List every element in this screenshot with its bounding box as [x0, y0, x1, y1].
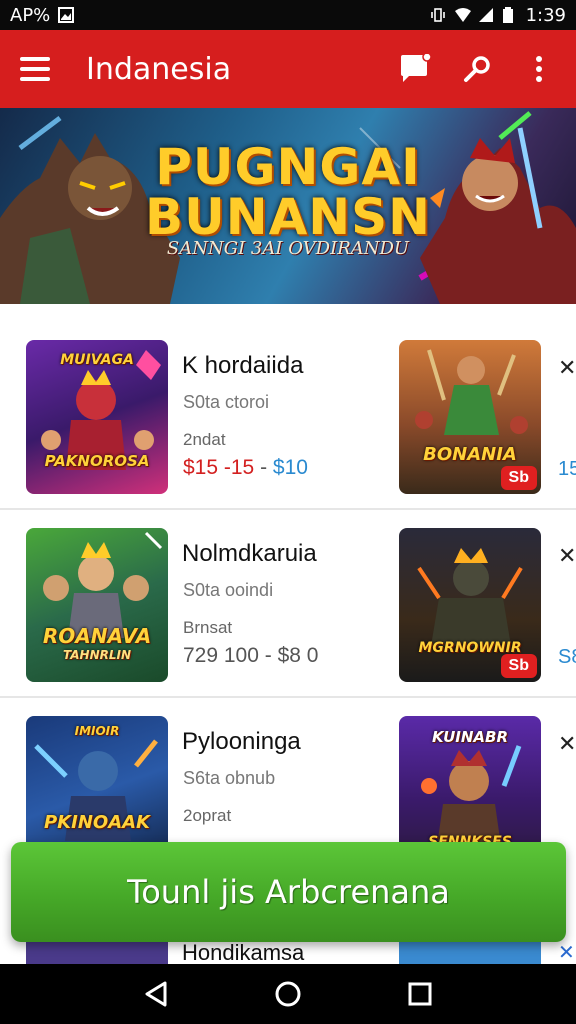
cta-button[interactable]: Tounl jis Arbcrenana [11, 842, 566, 942]
discount-badge: Sb [500, 654, 537, 678]
game-thumbnail[interactable]: BONANIA Sb [399, 340, 541, 494]
game-thumbnail[interactable]: MGRNOWNIR Sb [399, 528, 541, 682]
vibrate-icon [430, 7, 446, 23]
game-title[interactable]: Hondikamsa [182, 942, 304, 964]
app-bar: Indanesia [0, 30, 576, 108]
nav-home-icon[interactable] [268, 974, 308, 1014]
close-icon[interactable]: ✕ [558, 356, 576, 381]
close-icon[interactable]: ✕ [558, 544, 576, 569]
list-item-partial[interactable]: Hondikamsa ✕ [0, 942, 576, 964]
app-bar-actions [398, 52, 556, 86]
banner-title-line1: PUGNGAI [155, 138, 421, 196]
thumbnail-title: ROANAVA [42, 624, 152, 648]
nav-back-icon[interactable] [136, 974, 176, 1014]
promo-banner[interactable]: PUGNGAI BUNANSN SANNGI 3AI OVDIRANDU [0, 108, 576, 304]
price-separator: - [254, 456, 273, 479]
close-icon[interactable]: ✕ [558, 942, 575, 964]
game-thumbnail[interactable] [399, 942, 541, 964]
image-notification-icon [58, 7, 75, 23]
price-old: 729 100 [183, 644, 259, 667]
game-title[interactable]: Nolmdkaruia [182, 540, 317, 568]
discount-badge: Sb [500, 466, 537, 490]
nav-recents-icon[interactable] [400, 974, 440, 1014]
hamburger-menu-icon[interactable] [20, 57, 50, 81]
edge-price: 15 [558, 458, 576, 480]
status-bar: AP% 1:39 [0, 0, 576, 30]
search-icon[interactable] [460, 52, 494, 86]
battery-icon [502, 7, 518, 23]
thumbnail-subtitle: TAHNRLIN [62, 648, 132, 662]
game-label: Brnsat [183, 618, 233, 637]
game-price: $15 -15 - $10 [183, 456, 308, 480]
game-subtitle: S6ta obnub [183, 768, 276, 788]
more-vert-icon[interactable] [522, 52, 556, 86]
thumbnail-title: PKINOAAK [43, 812, 150, 833]
game-title[interactable]: K hordaiida [182, 352, 303, 380]
game-label: 2ndat [183, 430, 226, 449]
game-list: MUIVAGA PAKNOROSA K hordaiida S0ta ctoro… [0, 322, 576, 886]
price-separator: - [258, 644, 278, 667]
game-thumbnail[interactable]: ROANAVA TAHNRLIN [26, 528, 168, 682]
status-carrier-text: AP% [10, 4, 51, 26]
signal-icon [478, 7, 494, 23]
game-thumbnail[interactable] [26, 942, 168, 964]
thumbnail-top-text: IMIOIR [74, 724, 120, 738]
price-new: $8 0 [277, 644, 319, 667]
thumbnail-title: BONANIA [423, 444, 517, 465]
thumbnail-top-text: KUINABR [432, 728, 508, 746]
banner-title-line2: BUNANSN [145, 188, 431, 246]
status-right: 1:39 [430, 5, 566, 26]
edge-price: S8 [558, 646, 576, 668]
chat-notification-icon[interactable] [398, 52, 432, 86]
status-time: 1:39 [525, 4, 566, 26]
banner-subtitle: SANNGI 3AI OVDIRANDU [166, 238, 410, 259]
thumbnail-top-text: MUIVAGA [60, 352, 134, 368]
game-thumbnail[interactable]: MUIVAGA PAKNOROSA [26, 340, 168, 494]
list-item[interactable]: MUIVAGA PAKNOROSA K hordaiida S0ta ctoro… [0, 322, 576, 510]
app-title: Indanesia [86, 51, 232, 87]
list-item[interactable]: ROANAVA TAHNRLIN Nolmdkaruia S0ta ooindi… [0, 510, 576, 698]
game-price: 729 100 - $8 0 [183, 644, 318, 668]
status-left: AP% [10, 4, 75, 26]
game-label: 2oprat [183, 806, 232, 825]
price-old: $15 -15 [183, 456, 255, 479]
thumbnail-title: PAKNOROSA [44, 452, 150, 470]
game-subtitle: S0ta ctoroi [183, 392, 270, 412]
system-nav-bar [0, 964, 576, 1024]
game-subtitle: S0ta ooindi [183, 580, 274, 600]
wifi-icon [454, 7, 471, 23]
close-icon[interactable]: ✕ [558, 732, 576, 757]
game-title[interactable]: Pylooninga [182, 728, 301, 756]
price-new: $10 [272, 456, 308, 479]
banner-title: PUGNGAI BUNANSN [0, 142, 576, 242]
